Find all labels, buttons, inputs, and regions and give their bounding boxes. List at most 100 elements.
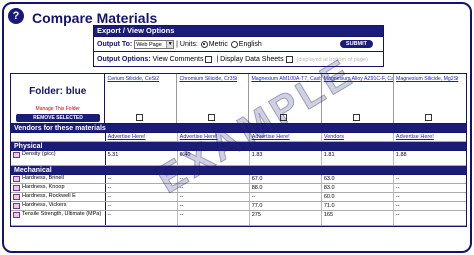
material-column: Cerium Silicide, CeSi2 (105, 74, 178, 123)
export-view-options-box: Export / View Options Output To: Web Pag… (93, 25, 384, 67)
help-icon[interactable]: ? (8, 8, 24, 24)
value-cell: -- (250, 193, 322, 201)
material-select-checkbox[interactable] (352, 114, 360, 121)
value-cell: -- (106, 175, 178, 183)
chart-icon[interactable] (13, 184, 20, 191)
manage-folder-link[interactable]: Manage This Folder (11, 106, 104, 112)
vendors-row: Advertise Here! Advertise Here! Advertis… (11, 133, 466, 142)
remove-selected-button[interactable]: REMOVE SELECTED (16, 114, 100, 122)
property-row: Density (g/cc) 5.31 6.40 1.83 1.81 1.88 (11, 151, 466, 166)
property-cell: Density (g/cc) (11, 151, 106, 165)
vendor-link[interactable]: Vendors (322, 133, 394, 141)
output-to-label: Output To: (97, 41, 133, 48)
value-cell: 83.0 (322, 184, 394, 192)
property-cell: Hardness, Brinell (11, 175, 106, 183)
value-cell: 77.0 (250, 202, 322, 210)
property-row: Hardness, Vickers -- -- 77.0 71.0 -- (11, 202, 466, 211)
submit-button[interactable]: SUBMIT (339, 40, 373, 48)
value-cell: -- (178, 175, 250, 183)
value-cell: 60.0 (322, 193, 394, 201)
value-cell: -- (106, 202, 178, 210)
value-cell: -- (178, 193, 250, 201)
material-link[interactable]: Chromium Silicide, Cr3Si (177, 74, 248, 82)
chart-icon[interactable] (13, 151, 20, 158)
value-cell: -- (178, 211, 250, 225)
property-name: Density (g/cc) (22, 151, 56, 157)
vendors-header: Vendors for these materials (11, 124, 466, 133)
value-cell: 275 (250, 211, 322, 225)
value-cell: 67.0 (250, 175, 322, 183)
value-cell: 6.40 (178, 151, 250, 165)
value-cell: 1.83 (250, 151, 322, 165)
materials-header-row: Folder: blue Manage This Folder REMOVE S… (11, 74, 466, 124)
material-select-checkbox[interactable] (280, 114, 288, 121)
property-name: Hardness, Vickers (22, 202, 67, 208)
value-cell: -- (106, 184, 178, 192)
property-row: Hardness, Rockwell E -- -- -- 60.0 -- (11, 193, 466, 202)
value-cell: 1.81 (322, 151, 394, 165)
vendor-link[interactable]: Advertise Here! (250, 133, 322, 141)
value-cell: -- (395, 212, 400, 218)
value-cell: 88.0 (250, 184, 322, 192)
material-link[interactable]: Cerium Silicide, CeSi2 (105, 74, 176, 82)
chart-icon[interactable] (13, 193, 20, 200)
value-cell: -- (178, 184, 250, 192)
value-cell: -- (395, 203, 400, 209)
vendor-link[interactable]: Advertise Here! (106, 133, 178, 141)
units-label: | Units: (176, 41, 198, 48)
property-name: Hardness, Rockwell E (22, 193, 76, 199)
page-title: Compare Materials (32, 10, 158, 26)
material-select-checkbox[interactable] (136, 114, 144, 121)
view-comments-label: View Comments (152, 56, 204, 63)
vendor-link[interactable]: Advertise Here! (178, 133, 250, 141)
section-mechanical-header: Mechanical (11, 166, 466, 175)
property-name: Hardness, Knoop (22, 184, 65, 190)
material-link[interactable]: Magnesium Alloy AZ91C-F, Cast (322, 74, 393, 82)
metric-label: Metric (208, 41, 228, 48)
output-to-value: Web Page (136, 41, 162, 48)
comparison-table: Folder: blue Manage This Folder REMOVE S… (10, 73, 467, 227)
material-link[interactable]: Magnesium AM100A-T7, Cast (249, 74, 320, 82)
chart-icon[interactable] (13, 175, 20, 182)
display-datasheets-label: | Display Data Sheets (216, 56, 284, 63)
folder-cell: Folder: blue Manage This Folder REMOVE S… (11, 74, 106, 123)
value-cell: -- (395, 194, 400, 200)
compare-materials-panel: ? Compare Materials Export / View Option… (2, 2, 472, 253)
options-header: Export / View Options (94, 26, 383, 36)
english-radio[interactable] (230, 40, 238, 48)
material-select-checkbox[interactable] (425, 114, 433, 121)
output-options-row: Output Options: View Comments | Display … (94, 51, 383, 66)
material-column: Magnesium Silicide, Mg2Si (394, 74, 466, 123)
property-row: Hardness, Knoop -- -- 88.0 83.0 -- (11, 184, 466, 193)
metric-radio[interactable] (200, 40, 208, 48)
value-cell: 5.31 (106, 151, 178, 165)
value-cell: -- (106, 211, 178, 225)
display-datasheets-checkbox[interactable] (285, 55, 293, 63)
property-name: Tensile Strength, Ultimate (MPa) (22, 211, 102, 217)
material-link[interactable]: Magnesium Silicide, Mg2Si (394, 74, 466, 82)
section-physical-header: Physical (11, 142, 466, 151)
material-select-checkbox[interactable] (208, 114, 216, 121)
value-cell: -- (395, 185, 400, 191)
property-cell: Tensile Strength, Ultimate (MPa) (11, 211, 106, 225)
output-to-select[interactable]: Web Page ▼ (134, 39, 175, 49)
output-options-label: Output Options: (97, 56, 151, 63)
value-cell: 165 (322, 211, 394, 225)
vendor-link[interactable]: Advertise Here! (394, 133, 466, 141)
material-column: Magnesium Alloy AZ91C-F, Cast (322, 74, 395, 123)
property-cell: Hardness, Vickers (11, 202, 106, 210)
chart-icon[interactable] (13, 202, 20, 209)
chart-icon[interactable] (13, 211, 20, 218)
property-row: Tensile Strength, Ultimate (MPa) -- -- 2… (11, 211, 466, 226)
english-label: English (238, 41, 262, 48)
property-cell: Hardness, Rockwell E (11, 193, 106, 201)
property-name: Hardness, Brinell (22, 175, 64, 181)
vendors-spacer (11, 133, 106, 141)
value-cell: -- (395, 176, 400, 182)
view-comments-checkbox[interactable] (205, 55, 213, 63)
chevron-down-icon: ▼ (166, 40, 174, 48)
datasheets-note: (displayed at bottom of page) (296, 57, 368, 63)
material-column: Magnesium AM100A-T7, Cast (249, 74, 322, 123)
value-cell: -- (178, 202, 250, 210)
folder-name: Folder: blue (29, 86, 87, 97)
